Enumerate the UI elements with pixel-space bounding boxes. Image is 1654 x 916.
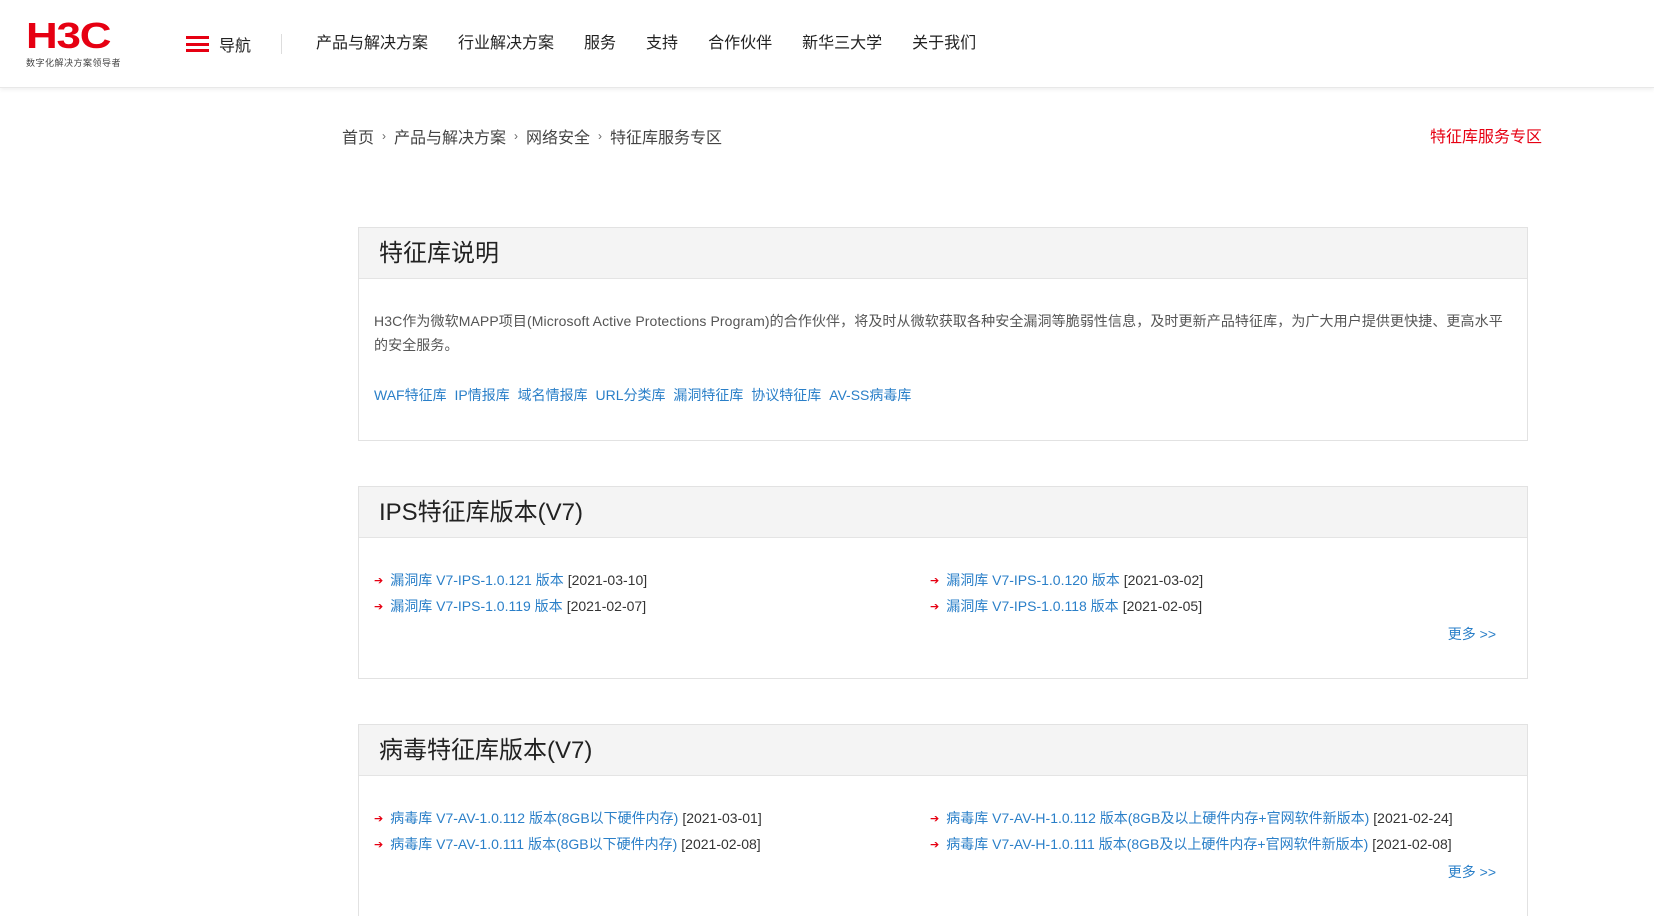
list-item: ➔ 漏洞库 V7-IPS-1.0.119 版本 [2021-02-07] — [374, 596, 646, 616]
nav-menu-button[interactable]: 导航 — [186, 32, 251, 56]
intro-panel: 特征库说明 H3C作为微软MAPP项目(Microsoft Active Pro… — [358, 227, 1528, 441]
ips-item-link[interactable]: 漏洞库 V7-IPS-1.0.120 版本 — [946, 570, 1120, 590]
item-date: [2021-02-08] — [681, 836, 761, 852]
item-date: [2021-02-08] — [1372, 836, 1452, 852]
arrow-right-icon: ➔ — [374, 574, 384, 587]
breadcrumb-current: 特征库服务专区 — [610, 130, 723, 147]
arrow-right-icon: ➔ — [374, 600, 384, 613]
chevron-right-icon: › — [382, 129, 387, 143]
main-nav: 产品与解决方案 行业解决方案 服务 支持 合作伙伴 新华三大学 关于我们 — [316, 32, 1006, 56]
av-item-link[interactable]: 病毒库 V7-AV-H-1.0.112 版本(8GB及以上硬件内存+官网软件新版… — [946, 808, 1369, 828]
breadcrumb-products[interactable]: 产品与解决方案 — [394, 124, 506, 148]
arrow-right-icon: ➔ — [930, 600, 940, 613]
nav-item-partners[interactable]: 合作伙伴 — [708, 32, 772, 56]
nav-item-services[interactable]: 服务 — [584, 32, 616, 56]
av-more-link[interactable]: 更多 >> — [1448, 862, 1496, 882]
chevron-right-icon: › — [514, 129, 519, 143]
item-date: [2021-02-24] — [1373, 810, 1453, 826]
nav-item-industry[interactable]: 行业解决方案 — [458, 32, 554, 56]
site-header: H3C 数字化解决方案领导者 导航 产品与解决方案 行业解决方案 服务 支持 合… — [0, 0, 1654, 88]
logo-tagline: 数字化解决方案领导者 — [26, 58, 122, 68]
link-av-ss-library[interactable]: AV-SS病毒库 — [829, 387, 911, 403]
ips-item-link[interactable]: 漏洞库 V7-IPS-1.0.119 版本 — [390, 596, 562, 616]
list-item: ➔ 病毒库 V7-AV-H-1.0.111 版本(8GB及以上硬件内存+官网软件… — [930, 834, 1452, 854]
arrow-right-icon: ➔ — [374, 812, 384, 825]
arrow-right-icon: ➔ — [930, 838, 940, 851]
library-links: WAF特征库 IP情报库 域名情报库 URL分类库 漏洞特征库 协议特征库 AV… — [359, 357, 1527, 405]
av-item-link[interactable]: 病毒库 V7-AV-1.0.112 版本(8GB以下硬件内存) — [390, 808, 678, 828]
nav-menu-label: 导航 — [219, 38, 252, 55]
link-ip-intel-library[interactable]: IP情报库 — [454, 387, 509, 403]
link-domain-intel-library[interactable]: 域名情报库 — [518, 387, 588, 403]
list-item: ➔ 病毒库 V7-AV-H-1.0.112 版本(8GB及以上硬件内存+官网软件… — [930, 808, 1453, 828]
item-date: [2021-03-10] — [567, 572, 648, 588]
hamburger-icon — [186, 36, 209, 52]
breadcrumb-network-security[interactable]: 网络安全 — [526, 124, 590, 148]
intro-panel-title: 特征库说明 — [359, 228, 1527, 279]
nav-divider — [281, 34, 282, 54]
ips-list: ➔ 漏洞库 V7-IPS-1.0.121 版本 [2021-03-10] ➔ 漏… — [359, 538, 1527, 642]
list-item: ➔ 漏洞库 V7-IPS-1.0.118 版本 [2021-02-05] — [930, 596, 1202, 616]
ips-more-link[interactable]: 更多 >> — [1448, 624, 1496, 644]
link-url-category-library[interactable]: URL分类库 — [596, 387, 666, 403]
item-date: [2021-02-05] — [1122, 598, 1203, 614]
av-panel-title: 病毒特征库版本(V7) — [359, 725, 1527, 776]
intro-description: H3C作为微软MAPP项目(Microsoft Active Protectio… — [374, 313, 1503, 353]
list-item: ➔ 漏洞库 V7-IPS-1.0.120 版本 [2021-03-02] — [930, 570, 1203, 590]
link-vuln-library[interactable]: 漏洞特征库 — [673, 387, 743, 403]
item-date: [2021-02-07] — [566, 598, 647, 614]
ips-item-link[interactable]: 漏洞库 V7-IPS-1.0.118 版本 — [946, 596, 1118, 616]
av-item-link[interactable]: 病毒库 V7-AV-1.0.111 版本(8GB以下硬件内存) — [390, 834, 677, 854]
arrow-right-icon: ➔ — [930, 574, 940, 587]
ips-panel: IPS特征库版本(V7) ➔ 漏洞库 V7-IPS-1.0.121 版本 [20… — [358, 486, 1528, 679]
arrow-right-icon: ➔ — [930, 812, 940, 825]
logo-mark: H3C — [26, 15, 111, 56]
page-section-tag: 特征库服务专区 — [1429, 129, 1542, 146]
h3c-logo[interactable]: H3C 数字化解决方案领导者 — [26, 18, 136, 69]
nav-item-support[interactable]: 支持 — [646, 32, 678, 56]
nav-item-about[interactable]: 关于我们 — [912, 32, 976, 56]
list-item: ➔ 漏洞库 V7-IPS-1.0.121 版本 [2021-03-10] — [374, 570, 647, 590]
av-panel: 病毒特征库版本(V7) ➔ 病毒库 V7-AV-1.0.112 版本(8GB以下… — [358, 724, 1528, 916]
list-item: ➔ 病毒库 V7-AV-1.0.111 版本(8GB以下硬件内存) [2021-… — [374, 834, 761, 854]
item-date: [2021-03-01] — [682, 810, 762, 826]
av-list: ➔ 病毒库 V7-AV-1.0.112 版本(8GB以下硬件内存) [2021-… — [359, 776, 1527, 880]
av-item-link[interactable]: 病毒库 V7-AV-H-1.0.111 版本(8GB及以上硬件内存+官网软件新版… — [946, 834, 1368, 854]
breadcrumb: 首页 › 产品与解决方案 › 网络安全 › 特征库服务专区 — [342, 124, 722, 148]
chevron-right-icon: › — [598, 129, 603, 143]
link-protocol-library[interactable]: 协议特征库 — [751, 387, 821, 403]
nav-item-products[interactable]: 产品与解决方案 — [316, 32, 428, 56]
breadcrumb-home[interactable]: 首页 — [342, 124, 374, 148]
item-date: [2021-03-02] — [1123, 572, 1204, 588]
nav-item-university[interactable]: 新华三大学 — [802, 32, 882, 56]
list-item: ➔ 病毒库 V7-AV-1.0.112 版本(8GB以下硬件内存) [2021-… — [374, 808, 762, 828]
arrow-right-icon: ➔ — [374, 838, 384, 851]
ips-item-link[interactable]: 漏洞库 V7-IPS-1.0.121 版本 — [390, 570, 564, 590]
ips-panel-title: IPS特征库版本(V7) — [359, 487, 1527, 538]
link-waf-library[interactable]: WAF特征库 — [374, 387, 447, 403]
